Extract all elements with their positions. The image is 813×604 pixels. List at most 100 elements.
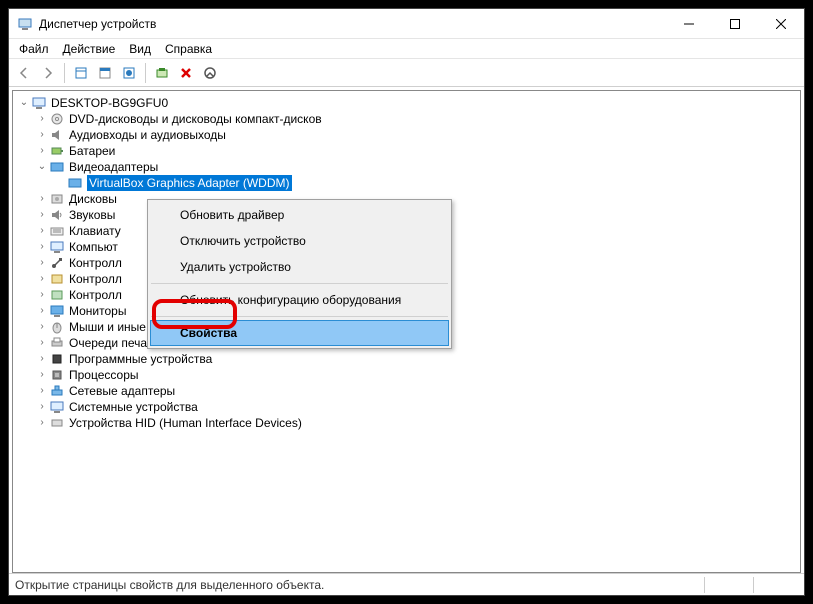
maximize-button[interactable] xyxy=(712,9,758,39)
hid-icon xyxy=(49,415,65,431)
tree-label: Контролл xyxy=(69,255,122,271)
status-divider xyxy=(704,577,705,593)
ctx-separator xyxy=(151,316,448,317)
chip-icon xyxy=(49,351,65,367)
app-icon xyxy=(17,16,33,32)
tree-label: Мониторы xyxy=(69,303,126,319)
tree-item-battery[interactable]: › Батареи xyxy=(35,143,800,159)
ctx-scan-hardware[interactable]: Обновить конфигурацию оборудования xyxy=(150,287,449,313)
ctx-separator xyxy=(151,283,448,284)
tree-item-net[interactable]: › Сетевые адаптеры xyxy=(35,383,800,399)
ctx-uninstall-device[interactable]: Удалить устройство xyxy=(150,254,449,280)
tree-label: Клавиату xyxy=(69,223,121,239)
system-icon xyxy=(49,399,65,415)
minimize-button[interactable] xyxy=(666,9,712,39)
menu-help[interactable]: Справка xyxy=(159,40,218,58)
show-hidden-button[interactable] xyxy=(70,62,92,84)
disc-icon xyxy=(49,111,65,127)
tree-label: Контролл xyxy=(69,287,122,303)
tree-root[interactable]: ⌄ DESKTOP-BG9GFU0 xyxy=(17,95,800,111)
tree-label: Сетевые адаптеры xyxy=(69,383,175,399)
tree-label: Системные устройства xyxy=(69,399,198,415)
tree-item-video[interactable]: ⌄ Видеоадаптеры xyxy=(35,159,800,175)
help-toolbar-button[interactable] xyxy=(118,62,140,84)
disk-icon xyxy=(49,191,65,207)
expand-icon[interactable]: › xyxy=(35,112,49,126)
monitor-icon xyxy=(49,239,65,255)
cpu-icon xyxy=(49,367,65,383)
expand-icon[interactable]: › xyxy=(35,304,49,318)
status-divider xyxy=(753,577,754,593)
uninstall-toolbar-button[interactable] xyxy=(175,62,197,84)
expand-icon[interactable]: › xyxy=(35,352,49,366)
tree-label: Батареи xyxy=(69,143,115,159)
back-button[interactable] xyxy=(13,62,35,84)
computer-icon xyxy=(31,95,47,111)
context-menu: Обновить драйвер Отключить устройство Уд… xyxy=(147,199,452,349)
expand-icon[interactable]: › xyxy=(35,288,49,302)
expand-icon[interactable]: › xyxy=(35,208,49,222)
menu-file[interactable]: Файл xyxy=(13,40,55,58)
tree-label: Контролл xyxy=(69,271,122,287)
expand-icon[interactable]: › xyxy=(35,320,49,334)
device-manager-window: Диспетчер устройств Файл Действие Вид Сп… xyxy=(8,8,805,596)
window-title: Диспетчер устройств xyxy=(39,17,666,31)
tree-item-soft[interactable]: ›Программные устройства xyxy=(35,351,800,367)
expand-icon[interactable]: › xyxy=(35,400,49,414)
storage-controller-icon xyxy=(49,287,65,303)
scan-hardware-button[interactable] xyxy=(151,62,173,84)
speaker-icon xyxy=(49,127,65,143)
ctx-disable-device[interactable]: Отключить устройство xyxy=(150,228,449,254)
statusbar: Открытие страницы свойств для выделенног… xyxy=(9,573,804,595)
storage-controller-icon xyxy=(49,271,65,287)
expand-icon[interactable]: › xyxy=(35,384,49,398)
tree-label: Видеоадаптеры xyxy=(69,159,158,175)
menu-view[interactable]: Вид xyxy=(123,40,157,58)
toolbar-separator xyxy=(64,63,65,83)
expand-icon[interactable]: › xyxy=(35,144,49,158)
display-adapter-icon xyxy=(49,159,65,175)
tree-label: DESKTOP-BG9GFU0 xyxy=(51,95,168,111)
disable-toolbar-button[interactable] xyxy=(199,62,221,84)
tree-label: Звуковы xyxy=(69,207,115,223)
properties-toolbar-button[interactable] xyxy=(94,62,116,84)
tree-item-video-child[interactable]: VirtualBox Graphics Adapter (WDDM) xyxy=(53,175,800,191)
collapse-icon[interactable]: ⌄ xyxy=(35,160,49,174)
tree-label: VirtualBox Graphics Adapter (WDDM) xyxy=(87,175,292,191)
expand-icon[interactable]: › xyxy=(35,192,49,206)
close-button[interactable] xyxy=(758,9,804,39)
expand-icon[interactable]: › xyxy=(35,240,49,254)
printer-icon xyxy=(49,335,65,351)
ctx-properties-label: Свойства xyxy=(180,326,237,340)
tree-item-hid[interactable]: › Устройства HID (Human Interface Devices… xyxy=(35,415,800,431)
tree-label: Компьют xyxy=(69,239,118,255)
status-text: Открытие страницы свойств для выделенног… xyxy=(15,578,700,592)
expand-icon[interactable]: › xyxy=(35,256,49,270)
tree-label: Очереди печати xyxy=(69,335,159,351)
toolbar xyxy=(9,59,804,87)
forward-button[interactable] xyxy=(37,62,59,84)
tree-item-sys[interactable]: › Системные устройства xyxy=(35,399,800,415)
titlebar: Диспетчер устройств xyxy=(9,9,804,39)
expand-icon[interactable]: › xyxy=(35,272,49,286)
display-adapter-icon xyxy=(67,175,83,191)
expand-icon[interactable]: › xyxy=(35,416,49,430)
expand-icon[interactable]: ⌄ xyxy=(17,96,31,110)
tree-label: Аудиовходы и аудиовыходы xyxy=(69,127,226,143)
menu-action[interactable]: Действие xyxy=(57,40,122,58)
tree-label: Устройства HID (Human Interface Devices) xyxy=(69,415,302,431)
tree-item-audio[interactable]: › Аудиовходы и аудиовыходы xyxy=(35,127,800,143)
speaker-icon xyxy=(49,207,65,223)
network-icon xyxy=(49,383,65,399)
ctx-properties[interactable]: Свойства xyxy=(150,320,449,346)
expand-icon[interactable]: › xyxy=(35,128,49,142)
ctx-update-driver[interactable]: Обновить драйвер xyxy=(150,202,449,228)
tree-item-cpu[interactable]: ›Процессоры xyxy=(35,367,800,383)
tree-item-dvd[interactable]: ›DVD-дисководы и дисководы компакт-диско… xyxy=(35,111,800,127)
expand-icon[interactable]: › xyxy=(35,368,49,382)
usb-icon xyxy=(49,255,65,271)
monitor-icon xyxy=(49,303,65,319)
expand-icon[interactable]: › xyxy=(35,224,49,238)
menubar: Файл Действие Вид Справка xyxy=(9,39,804,59)
expand-icon[interactable]: › xyxy=(35,336,49,350)
